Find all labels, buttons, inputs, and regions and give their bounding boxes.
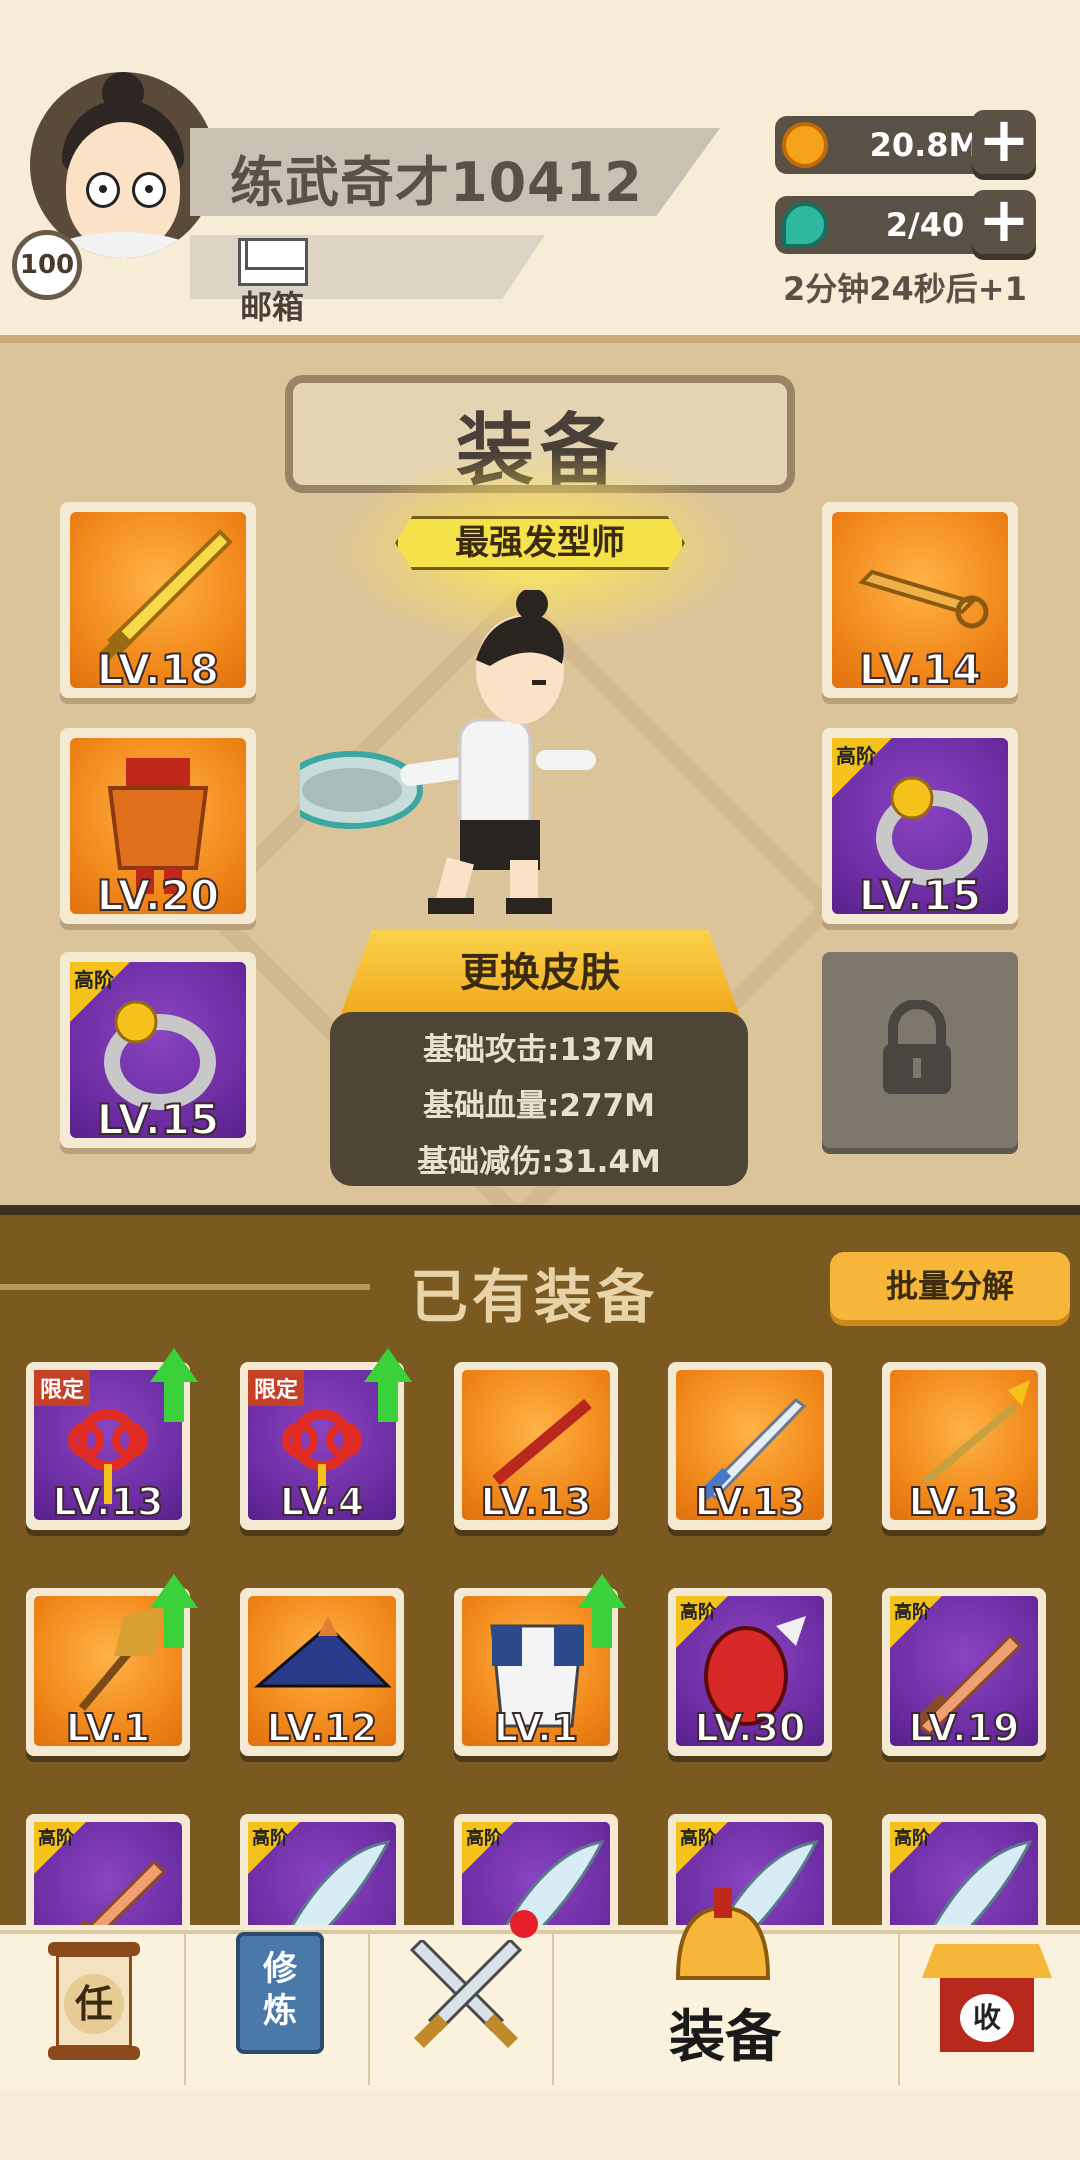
upgrade-arrow-icon xyxy=(150,1348,198,1424)
change-skin-button[interactable]: 更换皮肤 xyxy=(340,930,740,1016)
batch-dismantle-button[interactable]: 批量分解 xyxy=(830,1252,1070,1320)
upgrade-arrow-icon xyxy=(364,1348,412,1424)
nav-battle-button[interactable] xyxy=(402,1940,530,2062)
equip-slot-armor[interactable]: LV.20 xyxy=(60,728,256,924)
nav-task-button[interactable]: 任 xyxy=(48,1942,140,2062)
pavilion-icon xyxy=(922,1944,1052,1978)
tier-label: 高阶 xyxy=(836,744,876,768)
player-name: 练武奇才10412 xyxy=(230,151,643,214)
upgrade-arrow-icon xyxy=(578,1574,626,1650)
item-level: LV.1 xyxy=(493,1705,579,1751)
crossed-swords-icon xyxy=(409,1940,523,2048)
stat-defense: 基础减伤:31.4M xyxy=(417,1144,661,1180)
nav-divider xyxy=(898,1934,900,2085)
owned-item[interactable]: LV.13 xyxy=(668,1362,832,1530)
bottom-nav-bar xyxy=(0,1930,1080,2089)
equip-slot-accessory[interactable]: 高阶 LV.15 xyxy=(60,952,256,1148)
add-energy-button[interactable]: + xyxy=(972,189,1036,254)
tier-label: 高阶 xyxy=(466,1828,502,1849)
owned-item[interactable]: LV.12 xyxy=(240,1588,404,1756)
nav-equipment-button[interactable]: 装备 xyxy=(552,1888,898,2085)
owned-item[interactable]: LV.13 xyxy=(454,1362,618,1530)
mail-label[interactable]: 邮箱 xyxy=(240,282,304,328)
item-level: LV.13 xyxy=(52,1479,165,1525)
nav-equipment-label: 装备 xyxy=(669,2005,781,2070)
owned-equipment-title: 已有装备 xyxy=(410,1263,659,1331)
tier-label: 高阶 xyxy=(38,1828,74,1849)
player-title-badge[interactable]: 最强发型师 xyxy=(395,516,685,570)
owned-item[interactable]: 高阶 LV.19 xyxy=(882,1588,1046,1756)
tier-label: 高阶 xyxy=(74,968,114,992)
owned-item[interactable]: 高阶 LV.30 xyxy=(668,1588,832,1756)
nav-collect-button[interactable]: 收 xyxy=(922,1944,1052,2056)
equip-slot-ring[interactable]: 高阶 LV.15 xyxy=(822,728,1018,924)
upgrade-arrow-icon xyxy=(150,1574,198,1650)
energy-gem-icon xyxy=(782,202,828,248)
item-level: LV.4 xyxy=(279,1479,365,1525)
item-level: LV.12 xyxy=(266,1705,379,1751)
nav-divider xyxy=(368,1934,370,2085)
limited-tag: 限定 xyxy=(248,1370,305,1406)
nav-divider xyxy=(184,1934,186,2085)
tier-label: 高阶 xyxy=(680,1828,716,1849)
tier-label: 高阶 xyxy=(894,1602,930,1623)
player-level-badge: 100 xyxy=(12,230,82,300)
tier-label: 高阶 xyxy=(894,1828,930,1849)
collect-glyph: 收 xyxy=(960,1994,1014,2042)
notification-dot xyxy=(510,1910,538,1938)
item-level: LV.1 xyxy=(65,1705,151,1751)
slot-level: LV.15 xyxy=(96,1094,220,1145)
owned-item[interactable]: LV.13 xyxy=(882,1362,1046,1530)
equip-slot-key[interactable]: LV.14 xyxy=(822,502,1018,698)
divider xyxy=(0,1284,370,1290)
item-level: LV.13 xyxy=(908,1479,1021,1525)
cultivate-book-icon: 修炼 xyxy=(263,1949,297,2031)
player-avatar[interactable] xyxy=(30,72,216,258)
limited-tag: 限定 xyxy=(34,1370,91,1406)
stat-attack: 基础攻击:137M xyxy=(423,1032,655,1068)
nav-cultivate-button[interactable]: 修炼 xyxy=(236,1932,324,2054)
item-level: LV.13 xyxy=(694,1479,807,1525)
mail-icon[interactable] xyxy=(238,238,308,286)
item-level: LV.13 xyxy=(480,1479,593,1525)
energy-timer: 2分钟24秒后+1 xyxy=(783,270,1027,308)
tier-label: 高阶 xyxy=(680,1602,716,1623)
task-scroll-icon: 任 xyxy=(64,1974,124,2034)
tier-label: 高阶 xyxy=(252,1828,288,1849)
item-level: LV.30 xyxy=(694,1705,807,1751)
slot-level: LV.15 xyxy=(858,870,982,921)
add-coins-button[interactable]: + xyxy=(972,109,1036,174)
stat-hp: 基础血量:277M xyxy=(423,1088,655,1124)
slot-level: LV.18 xyxy=(96,644,220,695)
coin-icon xyxy=(782,122,828,168)
equip-slot-weapon[interactable]: LV.18 xyxy=(60,502,256,698)
item-level: LV.19 xyxy=(908,1705,1021,1751)
slot-level: LV.14 xyxy=(858,644,982,695)
slot-level: LV.20 xyxy=(96,870,220,921)
lock-icon xyxy=(883,1000,951,1094)
helmet-icon xyxy=(675,1888,771,1980)
player-character xyxy=(300,590,596,914)
